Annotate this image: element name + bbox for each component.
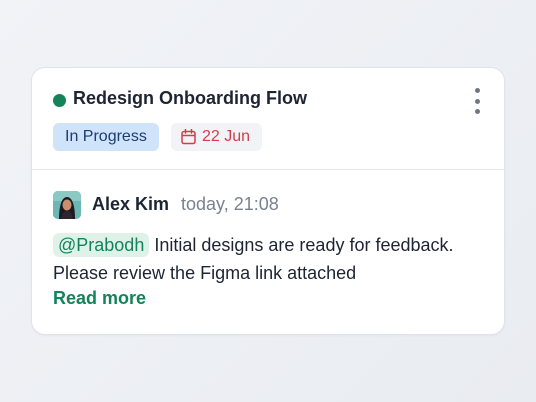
calendar-icon — [181, 129, 196, 145]
mention-tag[interactable]: @Prabodh — [53, 233, 150, 257]
comment-author[interactable]: Alex Kim — [92, 194, 169, 215]
comment-timestamp: today, 21:08 — [181, 194, 279, 214]
avatar[interactable] — [53, 191, 81, 219]
task-title[interactable]: Redesign Onboarding Flow — [73, 88, 307, 109]
due-date-label: 22 Jun — [202, 128, 251, 145]
more-vertical-icon[interactable] — [472, 88, 482, 114]
read-more-link[interactable]: Read more — [53, 288, 146, 309]
task-header: Redesign Onboarding Flow In Progress 22 … — [32, 68, 504, 169]
status-badge[interactable]: In Progress — [53, 123, 159, 151]
status-dot — [53, 94, 66, 107]
comment-body: @Prabodh Initial designs are ready for f… — [53, 231, 493, 287]
due-date-badge[interactable]: 22 Jun — [171, 123, 263, 151]
divider — [32, 169, 504, 170]
task-card[interactable]: Redesign Onboarding Flow In Progress 22 … — [31, 67, 505, 335]
